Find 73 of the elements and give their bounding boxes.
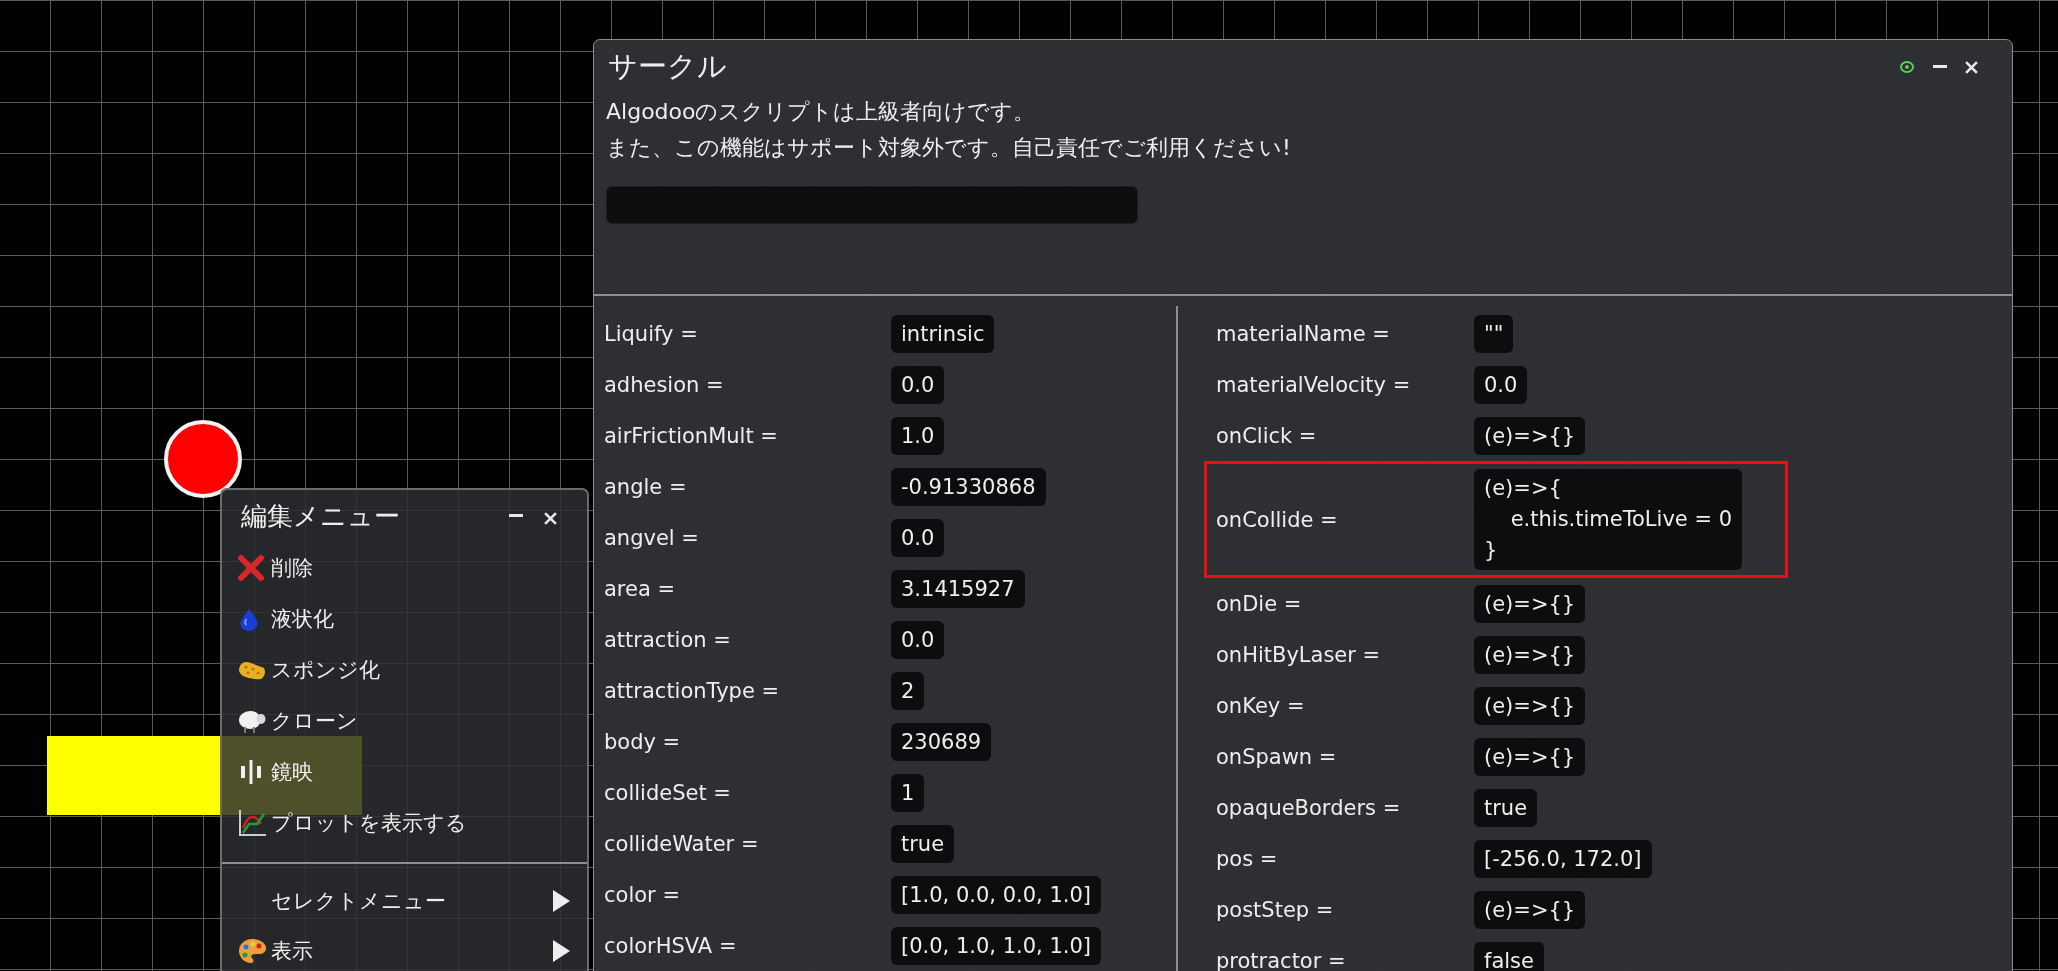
property-label: postStep = <box>1216 897 1335 922</box>
menu-item[interactable]: 鏡映 <box>271 757 313 786</box>
value-field[interactable]: (e)=>{ e.this.timeToLive = 0 } <box>1474 469 1743 570</box>
cross-icon <box>237 553 265 582</box>
property-label: attraction = <box>604 627 732 652</box>
property-label: onSpawn = <box>1216 744 1338 769</box>
value-field[interactable]: [-256.0, 172.0] <box>1474 839 1652 878</box>
menu-title: 編集メニュー <box>241 499 400 533</box>
value-field[interactable]: intrinsic <box>891 314 995 353</box>
value-field[interactable]: [1.0, 0.0, 0.0, 1.0] <box>891 875 1102 914</box>
eye-icon[interactable] <box>1899 59 1915 75</box>
property-label: opaqueBorders = <box>1216 795 1402 820</box>
menu-item[interactable]: クローン <box>271 706 358 735</box>
value-field[interactable]: 0.0 <box>891 365 945 404</box>
property-label: angvel = <box>604 525 700 550</box>
value-field[interactable]: false <box>1474 941 1544 971</box>
menu-item[interactable]: 表示 <box>271 937 313 965</box>
property-label: collideWater = <box>604 831 760 856</box>
property-label: body = <box>604 729 682 754</box>
close-icon[interactable] <box>544 511 557 525</box>
value-field[interactable]: 2 <box>891 671 925 710</box>
value-field[interactable]: true <box>1474 788 1538 827</box>
value-field[interactable]: true <box>891 824 955 863</box>
menu-item[interactable]: スポンジ化 <box>271 655 380 684</box>
property-label: Liquify = <box>604 321 699 346</box>
value-field[interactable]: (e)=>{} <box>1474 686 1586 725</box>
input-field[interactable] <box>606 186 1138 224</box>
property-label: onDie = <box>1216 591 1303 616</box>
value-field[interactable]: (e)=>{} <box>1474 737 1586 776</box>
property-label: area = <box>604 576 677 601</box>
value-field[interactable]: "" <box>1474 314 1514 353</box>
close-icon[interactable] <box>1965 60 1978 74</box>
property-label: onKey = <box>1216 693 1306 718</box>
menu-item[interactable]: 削除 <box>271 553 313 582</box>
property-label: angle = <box>604 474 688 499</box>
property-label: materialName = <box>1216 321 1391 346</box>
value-field[interactable]: (e)=>{} <box>1474 584 1586 623</box>
minimize-icon[interactable] <box>509 514 523 518</box>
property-label: color = <box>604 882 681 907</box>
value-field[interactable]: (e)=>{} <box>1474 635 1586 674</box>
menu-item[interactable]: プロットを表示する <box>271 808 467 837</box>
submenu-arrow-icon <box>551 889 571 913</box>
menu-item[interactable]: セレクトメニュー <box>271 887 446 915</box>
value-field[interactable]: 0.0 <box>1474 365 1528 404</box>
submenu-arrow-icon <box>551 939 571 963</box>
property-label: protractor = <box>1216 948 1347 971</box>
property-label: attractionType = <box>604 678 781 703</box>
value-field[interactable]: -0.91330868 <box>891 467 1046 506</box>
notice-text: また、この機能はサポート対象外です。自己責任でご利用ください! <box>606 134 1292 162</box>
value-field[interactable]: 0.0 <box>891 518 945 557</box>
minimize-icon[interactable] <box>1933 65 1947 69</box>
property-label: materialVelocity = <box>1216 372 1412 397</box>
property-label: collideSet = <box>604 780 732 805</box>
value-field[interactable]: 0.0 <box>891 620 945 659</box>
property-label: pos = <box>1216 846 1279 871</box>
value-field[interactable]: [0.0, 1.0, 1.0, 1.0] <box>891 926 1102 965</box>
menu-item[interactable]: 液状化 <box>271 604 334 633</box>
property-label: adhesion = <box>604 372 725 397</box>
property-label: onClick = <box>1216 423 1318 448</box>
property-label: colorHSVA = <box>604 933 738 958</box>
palette-icon <box>237 936 267 966</box>
value-field[interactable]: 1 <box>891 773 925 812</box>
property-label: airFrictionMult = <box>604 423 779 448</box>
value-field[interactable]: 230689 <box>891 722 992 761</box>
window-title: サークル <box>607 48 727 85</box>
property-label: onHitByLaser = <box>1216 642 1382 667</box>
value-field[interactable]: (e)=>{} <box>1474 890 1586 929</box>
notice-text: Algodooのスクリプトは上級者向けです。 <box>606 98 1037 126</box>
value-field[interactable]: 1.0 <box>891 416 945 455</box>
property-label: onCollide = <box>1216 507 1339 532</box>
chart-icon <box>237 807 267 838</box>
value-field[interactable]: (e)=>{} <box>1474 416 1586 455</box>
value-field[interactable]: 3.1415927 <box>891 569 1025 608</box>
